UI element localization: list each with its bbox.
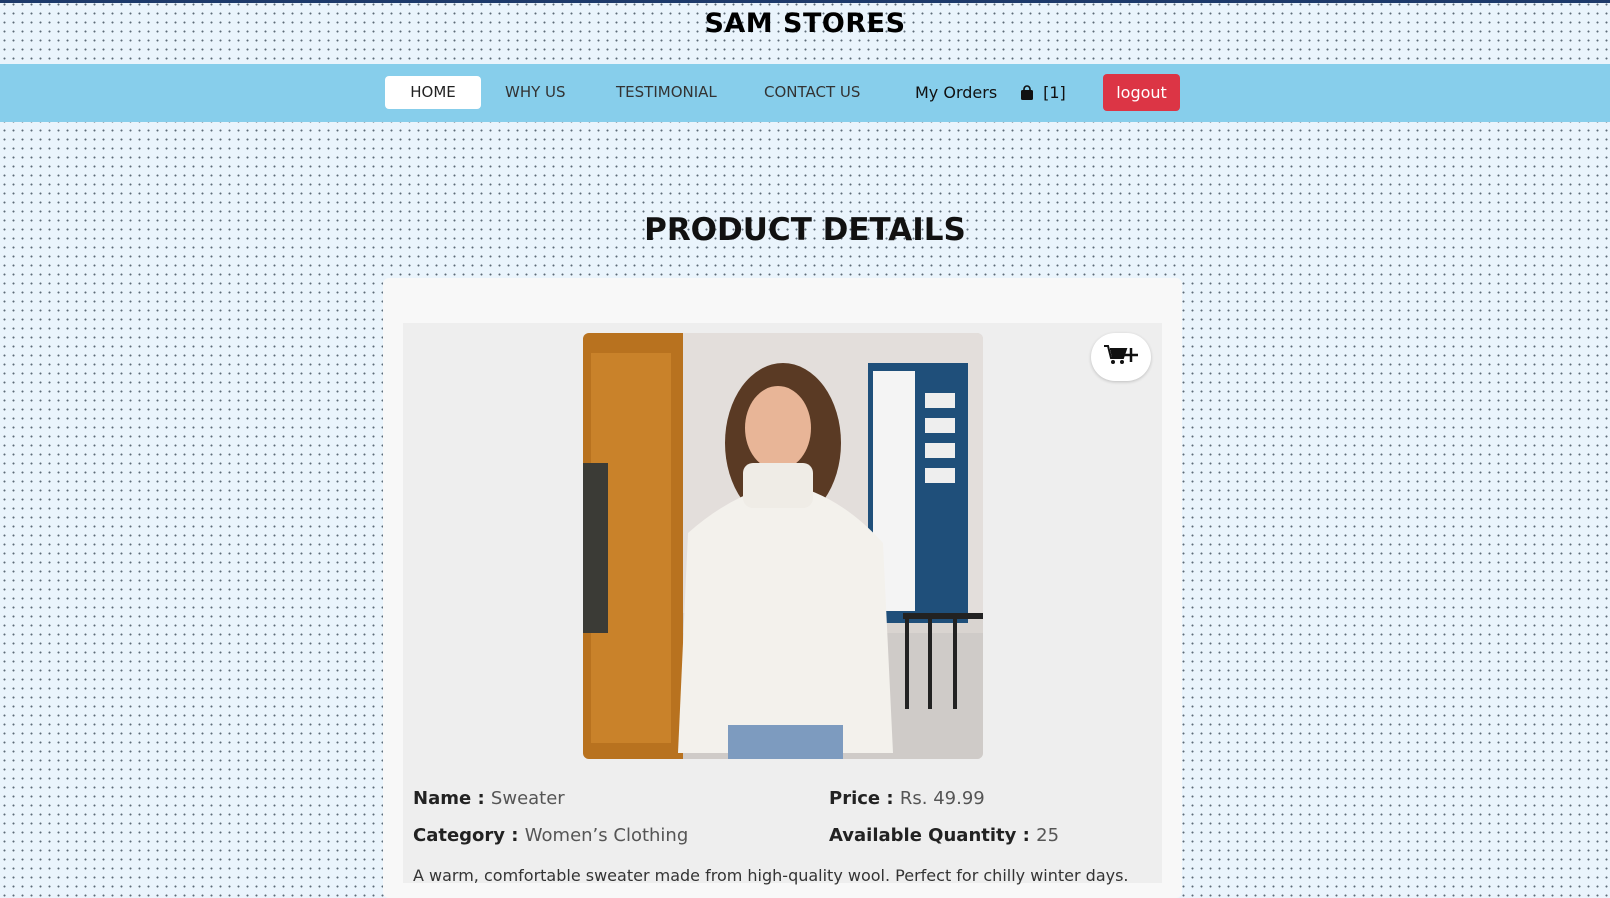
nav-testimonial[interactable]: TESTIMONIAL	[616, 76, 717, 109]
category-label: Category :	[413, 825, 519, 846]
name-label: Name :	[413, 788, 485, 809]
nav-why-us[interactable]: WHY US	[505, 76, 566, 109]
name-value: Sweater	[490, 788, 565, 809]
top-border	[0, 0, 1610, 3]
category-value: Women’s Clothing	[524, 825, 689, 846]
navbar: HOME WHY US TESTIMONIAL CONTACT US My Or…	[0, 64, 1610, 122]
quantity-value: 25	[1036, 825, 1060, 846]
nav-my-orders[interactable]: My Orders	[915, 76, 997, 109]
page-title: PRODUCT DETAILS	[644, 212, 966, 248]
product-name: Name : Sweater	[413, 788, 565, 809]
product-image	[583, 333, 983, 759]
product-quantity: Available Quantity : 25	[829, 825, 1059, 846]
price-label: Price :	[829, 788, 894, 809]
bag-icon	[1020, 83, 1043, 102]
store-brand: SAM STORES	[704, 8, 906, 39]
product-category: Category : Women’s Clothing	[413, 825, 688, 846]
product-description: A warm, comfortable sweater made from hi…	[413, 866, 1129, 885]
nav-contact-us[interactable]: CONTACT US	[764, 76, 860, 109]
nav-cart[interactable]: [1]	[1020, 76, 1066, 109]
cart-count: [1]	[1043, 83, 1066, 102]
price-value: Rs. 49.99	[899, 788, 985, 809]
add-to-cart-button[interactable]	[1091, 333, 1151, 381]
nav-home[interactable]: HOME	[385, 76, 481, 109]
cart-plus-icon	[1103, 344, 1139, 370]
quantity-label: Available Quantity :	[829, 825, 1030, 846]
logout-button[interactable]: logout	[1103, 74, 1180, 111]
product-price: Price : Rs. 49.99	[829, 788, 985, 809]
